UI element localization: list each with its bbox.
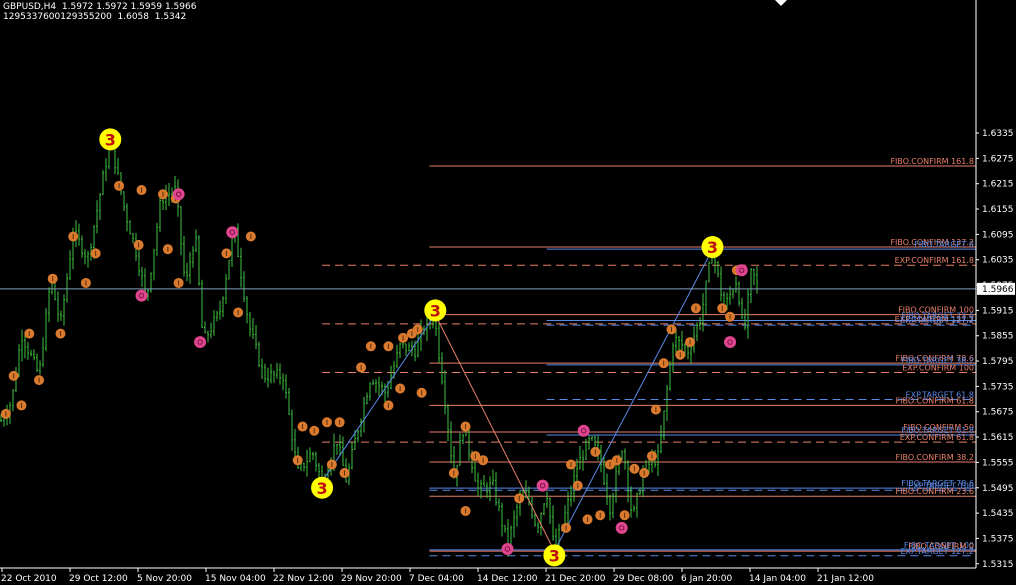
level-label-22: EXP.TARGET 127.2	[900, 547, 974, 556]
y-tick-label-12: 1.5615	[982, 433, 1014, 443]
pivot-marker-4	[501, 542, 514, 555]
x-tick-label-12: 21 Jan 12:00	[817, 574, 874, 584]
x-tick-label-11: 14 Jan 04:00	[749, 574, 806, 584]
y-tick-label-4: 1.6095	[982, 230, 1014, 240]
wave-marker-label-1: 3	[317, 479, 328, 498]
x-tick-label-8: 21 Dec 20:00	[545, 574, 606, 584]
wave-marker-label-0: 3	[105, 130, 116, 149]
y-tick-label-5: 1.6035	[982, 256, 1014, 266]
level-label-2: FIBO.TARGET 0	[914, 240, 974, 249]
x-tick-label-2: 5 Nov 20:00	[137, 574, 192, 584]
wave-marker-label-4: 3	[707, 238, 718, 257]
x-tick-label-10: 6 Jan 20:00	[681, 574, 733, 584]
pivot-marker-0	[135, 289, 148, 302]
level-label-12: FIBO.CONFIRM 61.8	[896, 396, 974, 405]
x-tick-label-3: 15 Nov 04:00	[205, 574, 266, 584]
pivot-marker-9	[735, 264, 748, 277]
y-tick-label-13: 1.5555	[982, 458, 1014, 468]
level-label-19: FIBO.CONFIRM 23.6	[896, 487, 974, 496]
wave-marker-label-2: 3	[430, 301, 441, 320]
level-label-16: FIBO.CONFIRM 38.2	[896, 453, 974, 462]
pivot-marker-2	[226, 226, 239, 239]
level-label-0: FIBO.CONFIRM 161.8	[890, 157, 974, 166]
pivot-marker-8	[724, 336, 737, 349]
current-price-tag: 1.5966	[977, 282, 1015, 295]
y-tick-label-0: 1.6335	[982, 129, 1014, 139]
level-label-15: EXP.CONFIRM 61.8	[900, 433, 974, 442]
pivot-marker-1	[172, 188, 185, 201]
x-tick-label-4: 22 Nov 12:00	[273, 574, 334, 584]
pivot-marker-3	[194, 336, 207, 349]
level-label-7: EXP.TARGET 127.2	[900, 316, 974, 325]
y-tick-label-3: 1.6155	[982, 205, 1014, 215]
x-tick-label-9: 29 Dec 08:00	[613, 574, 674, 584]
wave-marker-label-3: 3	[549, 546, 560, 565]
x-tick-label-6: 7 Dec 04:00	[409, 574, 464, 584]
chart-background	[0, 0, 1016, 585]
pivot-marker-6	[577, 424, 590, 437]
y-tick-label-14: 1.5495	[982, 484, 1014, 494]
indicator-header: 1295337600129355200 1.6058 1.5342	[3, 12, 187, 22]
x-tick-label-1: 29 Oct 12:00	[69, 574, 128, 584]
x-tick-label-7: 14 Dec 12:00	[477, 574, 538, 584]
x-tick-label-5: 29 Nov 20:00	[341, 574, 402, 584]
y-tick-label-15: 1.5435	[982, 509, 1014, 519]
current-price-tag-text: 1.5966	[982, 285, 1014, 295]
y-tick-label-7: 1.5915	[982, 306, 1014, 316]
y-tick-label-2: 1.6215	[982, 180, 1014, 190]
price-chart: FIBO.CONFIRM 161.8FIBO.CONFIRM 137.2FIBO…	[0, 0, 1016, 585]
y-tick-label-11: 1.5675	[982, 408, 1014, 418]
y-tick-label-10: 1.5735	[982, 382, 1014, 392]
y-tick-label-1: 1.6275	[982, 154, 1014, 164]
symbol-header: GBPUSD,H4 1.5972 1.5972 1.5959 1.5966	[3, 2, 197, 12]
y-tick-label-9: 1.5795	[982, 357, 1014, 367]
y-tick-label-17: 1.5315	[982, 560, 1014, 570]
level-label-3: EXP.CONFIRM 161.8	[895, 256, 974, 265]
pivot-marker-7	[615, 521, 628, 534]
x-tick-label-0: 22 Oct 2010	[1, 574, 57, 584]
level-label-10: EXP.CONFIRM 100	[902, 363, 974, 372]
y-tick-label-16: 1.5375	[982, 534, 1014, 544]
pivot-marker-5	[536, 479, 549, 492]
y-tick-label-8: 1.5855	[982, 332, 1014, 342]
